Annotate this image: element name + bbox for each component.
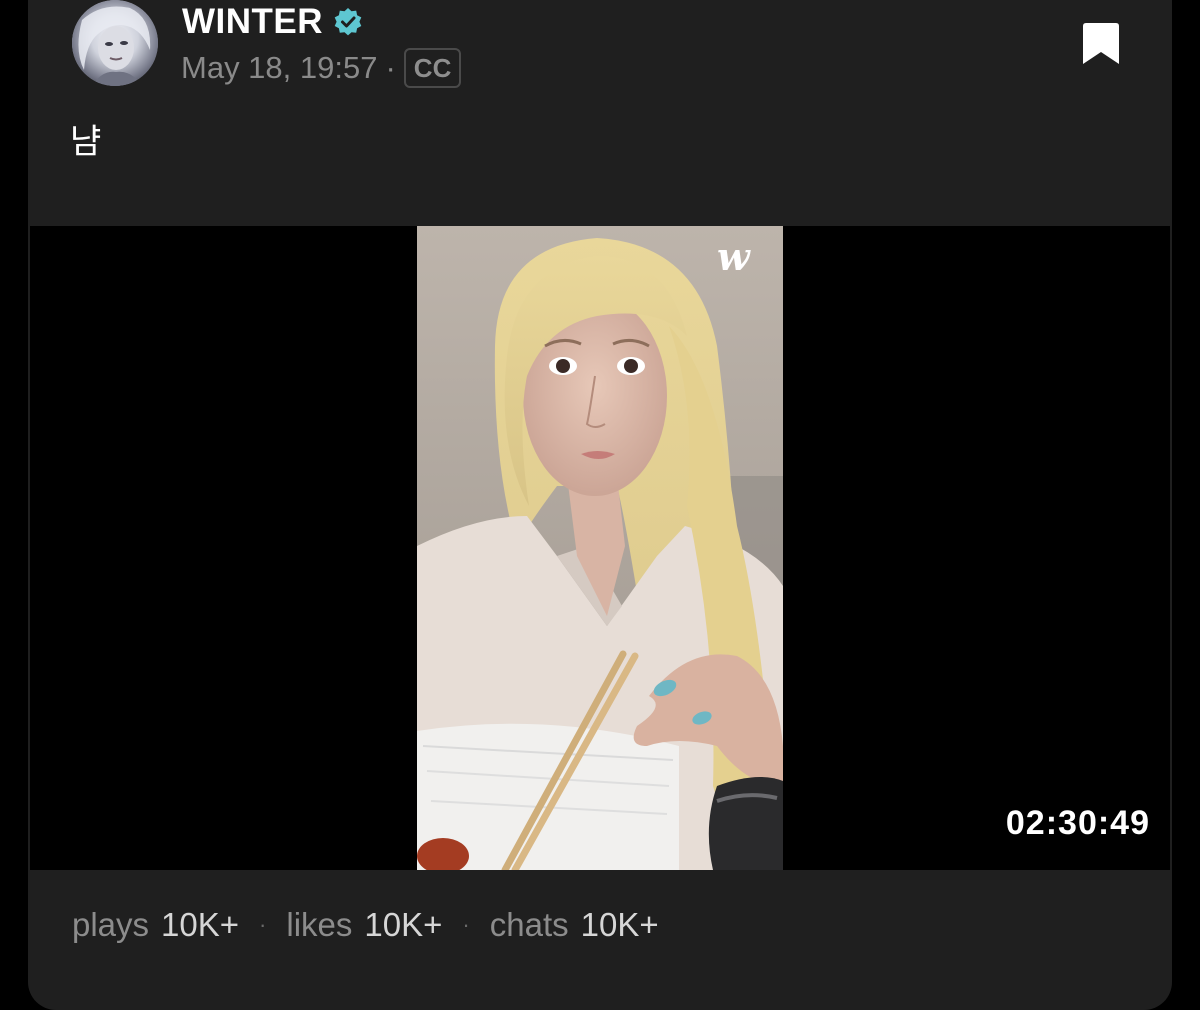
post-card: WINTER May 18, 19:57 · CC 냠 w 02:30:49 p…	[28, 0, 1172, 1010]
cc-icon: CC	[403, 48, 462, 88]
stat-label: plays	[72, 906, 150, 943]
video-thumbnail: w	[417, 226, 783, 870]
post-text: 냠	[70, 122, 102, 162]
stat-separator: ·	[462, 912, 470, 937]
avatar-image	[72, 0, 158, 86]
stat-value: 10K+	[580, 906, 659, 943]
video-frame-image	[417, 226, 783, 870]
avatar[interactable]	[72, 0, 158, 86]
stat-value: 10K+	[364, 906, 443, 943]
stat-separator: ·	[259, 912, 267, 937]
meta-separator: ·	[385, 50, 396, 85]
post-stats: plays 10K+ · likes 10K+ · chats 10K+	[72, 906, 659, 944]
stat-value: 10K+	[161, 906, 240, 943]
post-meta: May 18, 19:57 · CC	[181, 48, 462, 88]
stat-plays: plays 10K+	[72, 906, 239, 944]
weverse-logo: w	[717, 234, 750, 279]
video-player[interactable]: w 02:30:49	[30, 226, 1170, 870]
stat-label: chats	[489, 906, 569, 943]
post-header: WINTER May 18, 19:57 · CC 냠	[28, 0, 1172, 196]
stat-chats: chats 10K+	[490, 906, 659, 944]
stat-likes: likes 10K+	[286, 906, 442, 944]
video-duration: 02:30:49	[1005, 804, 1150, 842]
author-row: WINTER	[182, 2, 363, 42]
verified-badge-icon	[334, 8, 362, 36]
post-date: May 18, 19:57	[181, 50, 378, 85]
stat-label: likes	[286, 906, 353, 943]
author-name[interactable]: WINTER	[182, 2, 323, 42]
bookmark-icon[interactable]	[1081, 22, 1121, 66]
